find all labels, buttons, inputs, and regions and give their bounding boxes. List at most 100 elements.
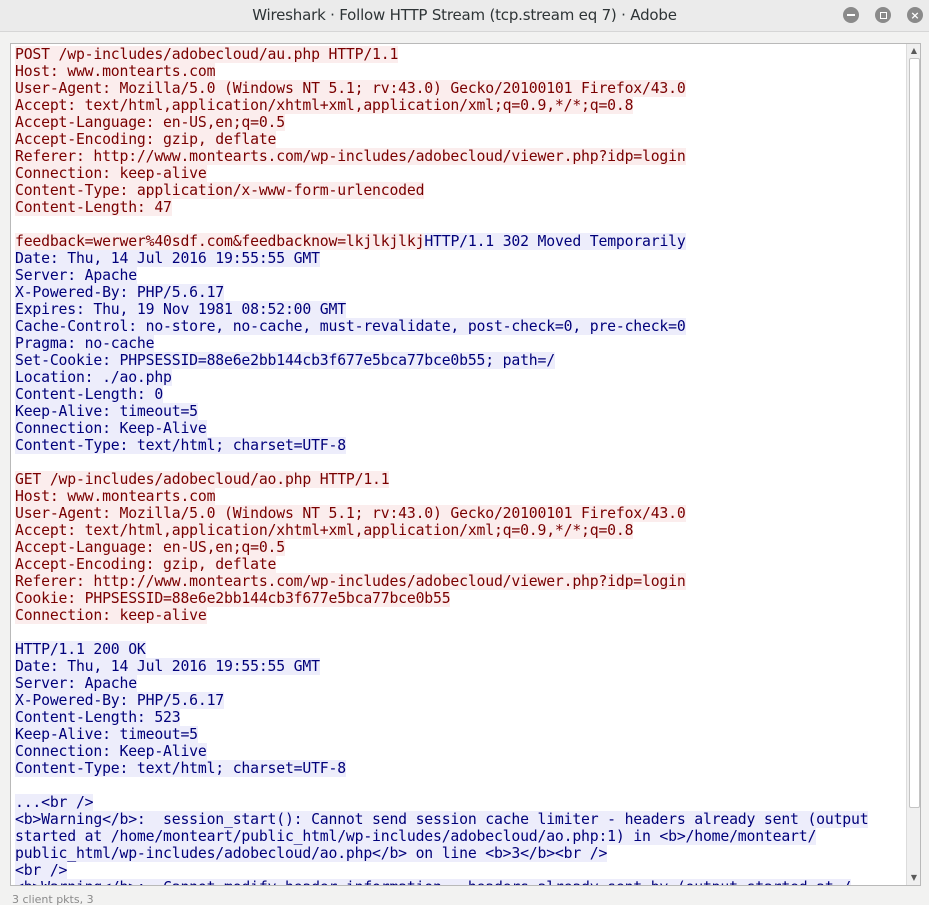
stream-line: Expires: Thu, 19 Nov 1981 08:52:00 GMT <box>15 301 905 318</box>
title-bar: Wireshark · Follow HTTP Stream (tcp.stre… <box>0 0 929 32</box>
stream-line: Keep-Alive: timeout=5 <box>15 403 905 420</box>
stream-line: Location: ./ao.php <box>15 369 905 386</box>
stream-text[interactable]: POST /wp-includes/adobecloud/au.php HTTP… <box>15 46 905 885</box>
stream-line: Server: Apache <box>15 267 905 284</box>
stream-line: Keep-Alive: timeout=5 <box>15 726 905 743</box>
stream-line: Accept-Language: en-US,en;q=0.5 <box>15 114 905 131</box>
stream-line: Connection: keep-alive <box>15 607 905 624</box>
server-segment: Date: Thu, 14 Jul 2016 19:55:55 GMT <box>15 658 320 675</box>
maximize-button[interactable] <box>875 7 891 23</box>
client-segment: feedback=werwer%40sdf.com&feedbacknow=lk… <box>15 233 425 250</box>
stream-line: User-Agent: Mozilla/5.0 (Windows NT 5.1;… <box>15 505 905 522</box>
client-segment: Connection: keep-alive <box>15 165 207 182</box>
server-segment: public_html/wp-includes/adobecloud/ao.ph… <box>15 845 608 862</box>
client-segment: Accept: text/html,application/xhtml+xml,… <box>15 522 634 539</box>
client-segment: POST /wp-includes/adobecloud/au.php HTTP… <box>15 46 399 63</box>
minimize-icon <box>847 14 855 16</box>
stream-line: ...<br /> <box>15 794 905 811</box>
client-segment: GET /wp-includes/adobecloud/ao.php HTTP/… <box>15 471 390 488</box>
close-button[interactable]: × <box>907 7 923 23</box>
stream-line: Date: Thu, 14 Jul 2016 19:55:55 GMT <box>15 250 905 267</box>
client-segment: Connection: keep-alive <box>15 607 207 624</box>
stream-line: Set-Cookie: PHPSESSID=88e6e2bb144cb3f677… <box>15 352 905 369</box>
stream-line <box>15 216 905 233</box>
client-segment: Host: www.montearts.com <box>15 488 216 505</box>
stream-line: Accept-Encoding: gzip, deflate <box>15 131 905 148</box>
client-segment: Content-Type: application/x-www-form-url… <box>15 182 425 199</box>
scrollbar-thumb[interactable] <box>909 58 920 808</box>
stream-line: X-Powered-By: PHP/5.6.17 <box>15 284 905 301</box>
server-segment: Keep-Alive: timeout=5 <box>15 403 198 420</box>
server-segment: started at /home/monteart/public_html/wp… <box>15 828 817 845</box>
vertical-scrollbar[interactable]: ▲ ▼ <box>906 44 920 885</box>
server-segment: Connection: Keep-Alive <box>15 743 207 760</box>
server-segment: Content-Length: 0 <box>15 386 164 403</box>
server-segment: Server: Apache <box>15 267 137 284</box>
scroll-up-arrow-icon[interactable]: ▲ <box>907 45 920 57</box>
stream-line <box>15 777 905 794</box>
stream-line: Host: www.montearts.com <box>15 488 905 505</box>
server-segment: <b>Warning</b>: Cannot modify header inf… <box>15 879 851 885</box>
client-segment: Cookie: PHPSESSID=88e6e2bb144cb3f677e5bc… <box>15 590 451 607</box>
server-segment: Connection: Keep-Alive <box>15 420 207 437</box>
stream-line: feedback=werwer%40sdf.com&feedbacknow=lk… <box>15 233 905 250</box>
stream-line: GET /wp-includes/adobecloud/ao.php HTTP/… <box>15 471 905 488</box>
scroll-down-arrow-icon[interactable]: ▼ <box>907 872 920 884</box>
stream-line: Connection: Keep-Alive <box>15 420 905 437</box>
client-segment: User-Agent: Mozilla/5.0 (Windows NT 5.1;… <box>15 505 686 522</box>
stream-line: Referer: http://www.montearts.com/wp-inc… <box>15 148 905 165</box>
stream-line: public_html/wp-includes/adobecloud/ao.ph… <box>15 845 905 862</box>
client-segment: User-Agent: Mozilla/5.0 (Windows NT 5.1;… <box>15 80 686 97</box>
stream-line: Connection: Keep-Alive <box>15 743 905 760</box>
stream-line: Content-Type: application/x-www-form-url… <box>15 182 905 199</box>
server-segment: HTTP/1.1 302 Moved Temporarily <box>424 233 686 250</box>
stream-line: Connection: keep-alive <box>15 165 905 182</box>
stream-line: Accept-Encoding: gzip, deflate <box>15 556 905 573</box>
server-segment: Content-Type: text/html; charset=UTF-8 <box>15 437 346 454</box>
stream-line: HTTP/1.1 200 OK <box>15 641 905 658</box>
stream-summary-text: 3 client pkts, 3 <box>12 894 94 905</box>
stream-content-view[interactable]: POST /wp-includes/adobecloud/au.php HTTP… <box>10 43 921 886</box>
stream-line: User-Agent: Mozilla/5.0 (Windows NT 5.1;… <box>15 80 905 97</box>
server-segment: HTTP/1.1 200 OK <box>15 641 146 658</box>
stream-line: Accept: text/html,application/xhtml+xml,… <box>15 97 905 114</box>
client-segment: Accept: text/html,application/xhtml+xml,… <box>15 97 634 114</box>
maximize-icon <box>879 11 887 19</box>
minimize-button[interactable] <box>843 7 859 23</box>
stream-line: Content-Length: 523 <box>15 709 905 726</box>
stream-line: Cookie: PHPSESSID=88e6e2bb144cb3f677e5bc… <box>15 590 905 607</box>
close-icon: × <box>910 8 920 22</box>
client-segment: Accept-Encoding: gzip, deflate <box>15 131 277 148</box>
server-segment: Cache-Control: no-store, no-cache, must-… <box>15 318 686 335</box>
client-segment: Host: www.montearts.com <box>15 63 216 80</box>
stream-line: <b>Warning</b>: session_start(): Cannot … <box>15 811 905 828</box>
server-segment: X-Powered-By: PHP/5.6.17 <box>15 284 225 301</box>
stream-line: X-Powered-By: PHP/5.6.17 <box>15 692 905 709</box>
stream-line: <br /> <box>15 862 905 879</box>
server-segment: Pragma: no-cache <box>15 335 155 352</box>
stream-line: Content-Type: text/html; charset=UTF-8 <box>15 437 905 454</box>
server-segment: Content-Length: 523 <box>15 709 181 726</box>
client-segment: Accept-Language: en-US,en;q=0.5 <box>15 539 285 556</box>
stream-line <box>15 454 905 471</box>
server-segment: Content-Type: text/html; charset=UTF-8 <box>15 760 346 777</box>
stream-line: Accept: text/html,application/xhtml+xml,… <box>15 522 905 539</box>
stream-line: Content-Length: 0 <box>15 386 905 403</box>
stream-line: Accept-Language: en-US,en;q=0.5 <box>15 539 905 556</box>
stream-line: Content-Type: text/html; charset=UTF-8 <box>15 760 905 777</box>
stream-line: started at /home/monteart/public_html/wp… <box>15 828 905 845</box>
server-segment: Set-Cookie: PHPSESSID=88e6e2bb144cb3f677… <box>15 352 555 369</box>
stream-line: Referer: http://www.montearts.com/wp-inc… <box>15 573 905 590</box>
server-segment: Keep-Alive: timeout=5 <box>15 726 198 743</box>
stream-line: Content-Length: 47 <box>15 199 905 216</box>
server-segment: Date: Thu, 14 Jul 2016 19:55:55 GMT <box>15 250 320 267</box>
server-segment: <b>Warning</b>: session_start(): Cannot … <box>15 811 869 828</box>
window-title: Wireshark · Follow HTTP Stream (tcp.stre… <box>252 6 677 24</box>
stream-line <box>15 624 905 641</box>
stream-line: <b>Warning</b>: Cannot modify header inf… <box>15 879 905 885</box>
server-segment: <br /> <box>15 862 68 879</box>
stream-line: Cache-Control: no-store, no-cache, must-… <box>15 318 905 335</box>
client-segment: Content-Length: 47 <box>15 199 172 216</box>
stream-line: Date: Thu, 14 Jul 2016 19:55:55 GMT <box>15 658 905 675</box>
server-segment: Server: Apache <box>15 675 137 692</box>
